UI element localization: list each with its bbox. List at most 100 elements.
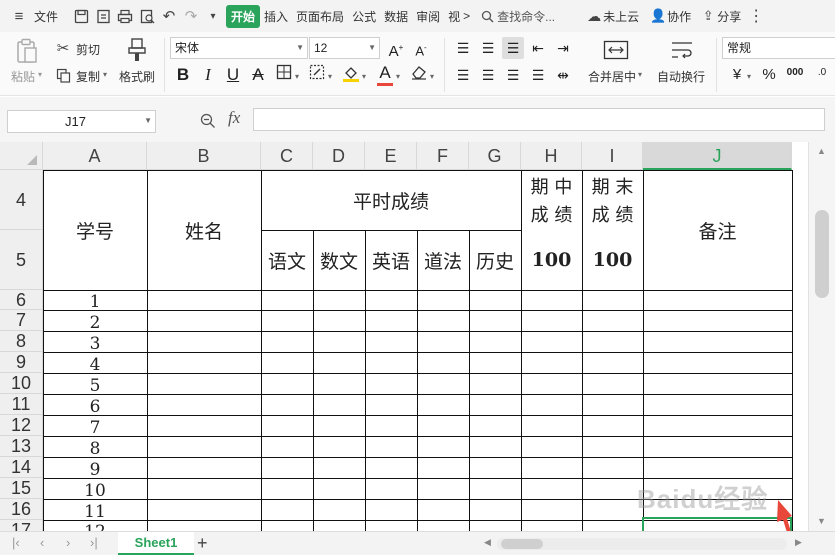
currency-icon[interactable]: ¥ [726, 64, 748, 86]
row-header-11[interactable]: 11 [0, 394, 43, 415]
align-bottom-icon[interactable]: ☰ [502, 37, 524, 59]
row-header-9[interactable]: 9 [0, 352, 43, 373]
merge-center-button[interactable]: 合并居中 [588, 68, 636, 85]
last-sheet-icon[interactable]: ›| [90, 535, 98, 550]
decrease-indent-icon[interactable]: ⇤ [527, 37, 549, 59]
fill-color-icon[interactable] [340, 64, 362, 88]
vertical-scroll-thumb[interactable] [815, 210, 829, 298]
sheet-tab-sheet1[interactable]: Sheet1 [118, 532, 194, 555]
redo-icon[interactable]: ↷ [180, 5, 202, 27]
tab-data[interactable]: 数据 [380, 8, 412, 25]
wrap-text-button[interactable]: 自动换行 [657, 68, 705, 85]
scroll-right-icon[interactable]: ▶ [795, 537, 802, 548]
paste-dropdown-icon[interactable]: ▾ [38, 70, 42, 79]
print-icon[interactable] [114, 5, 136, 27]
column-header-c[interactable]: C [261, 142, 313, 170]
fx-icon[interactable]: fx [228, 108, 240, 128]
row-header-7[interactable]: 7 [0, 310, 43, 331]
clear-format-icon[interactable] [408, 64, 430, 86]
zoom-function-icon[interactable] [200, 113, 216, 132]
clear-format-dropdown-icon[interactable]: ▾ [430, 72, 434, 81]
decrease-font-icon[interactable]: A- [410, 37, 432, 62]
prev-sheet-icon[interactable]: ‹ [40, 535, 44, 550]
copy-icon[interactable] [52, 64, 74, 86]
align-top-icon[interactable]: ☰ [452, 37, 474, 59]
column-header-a[interactable]: A [43, 142, 147, 170]
merge-center-icon[interactable] [601, 38, 631, 62]
align-middle-icon[interactable]: ☰ [477, 37, 499, 59]
scroll-up-icon[interactable]: ▲ [817, 146, 826, 156]
copy-dropdown-icon[interactable]: ▾ [103, 70, 107, 79]
justify-icon[interactable]: ☰ [527, 64, 549, 86]
column-header-j[interactable]: J [643, 142, 792, 170]
row-header-8[interactable]: 8 [0, 331, 43, 352]
row-header-16[interactable]: 16 [0, 499, 43, 520]
row-header-13[interactable]: 13 [0, 436, 43, 457]
tab-home[interactable]: 开始 [226, 4, 261, 28]
borders-dropdown-icon[interactable]: ▾ [295, 72, 299, 81]
row-header-10[interactable]: 10 [0, 373, 43, 394]
horizontal-scroll-track[interactable] [497, 538, 787, 550]
print-preview-icon[interactable] [136, 5, 158, 27]
number-format-select[interactable]: 常规 [722, 37, 835, 59]
save-icon[interactable] [70, 5, 92, 27]
row-header-17[interactable]: 17 [0, 520, 43, 531]
more-tabs-button[interactable]: > [460, 9, 473, 23]
tab-view[interactable]: 视 [444, 8, 460, 25]
align-left-icon[interactable]: ☰ [452, 64, 474, 86]
quick-access-dropdown-icon[interactable]: ▾ [202, 5, 224, 27]
row-header-6[interactable]: 6 [0, 290, 43, 310]
strikethrough-icon[interactable]: A [247, 64, 269, 86]
scroll-down-icon[interactable]: ▼ [817, 516, 826, 526]
percent-icon[interactable]: % [758, 64, 780, 86]
collaborate-button[interactable]: 协作 [667, 8, 695, 25]
more-options-icon[interactable]: ⋮ [745, 5, 767, 27]
increase-indent-icon[interactable]: ⇥ [552, 37, 574, 59]
wrap-text-icon[interactable] [667, 38, 697, 62]
cut-button[interactable]: 剪切 [76, 41, 100, 58]
vertical-scrollbar[interactable]: ▲ ▼ [808, 142, 835, 531]
paste-icon[interactable] [14, 38, 40, 64]
column-header-b[interactable]: B [147, 142, 261, 170]
column-header-g[interactable]: G [469, 142, 521, 170]
merge-center-dropdown-icon[interactable]: ▾ [638, 70, 642, 79]
column-header-f[interactable]: F [417, 142, 469, 170]
spreadsheet-grid[interactable]: ABCDEFGHIJ 4 5 6 7 8 9 10 11 12 13 14 15 16 17 学号 姓名 平时… [0, 142, 808, 531]
formula-input[interactable] [253, 108, 825, 131]
paste-label[interactable]: 粘贴 [11, 68, 35, 85]
column-header-e[interactable]: E [365, 142, 417, 170]
row-header-5[interactable]: 5 [0, 230, 43, 290]
cell-style-icon[interactable] [306, 64, 328, 86]
row-header-12[interactable]: 12 [0, 415, 43, 436]
row-header-14[interactable]: 14 [0, 457, 43, 478]
tab-review[interactable]: 审阅 [412, 8, 444, 25]
italic-icon[interactable]: I [197, 64, 219, 86]
name-box[interactable]: J17 ▼ [7, 110, 156, 133]
format-painter-icon[interactable] [124, 36, 150, 64]
command-search-input[interactable]: 查找命令... [495, 8, 559, 25]
tab-insert[interactable]: 插入 [260, 8, 292, 25]
share-button[interactable]: 分享 [717, 8, 745, 25]
column-header-d[interactable]: D [313, 142, 365, 170]
tab-page-layout[interactable]: 页面布局 [292, 8, 348, 25]
bold-icon[interactable]: B [172, 64, 194, 86]
font-size-select[interactable]: 12 ▼ [309, 37, 380, 59]
font-color-icon[interactable]: A [374, 62, 396, 86]
copy-button[interactable]: 复制 [76, 68, 100, 85]
column-header-i[interactable]: I [582, 142, 643, 170]
scissors-icon[interactable]: ✂ [52, 37, 74, 59]
hamburger-menu-icon[interactable]: ≡ [8, 5, 30, 27]
first-sheet-icon[interactable]: |‹ [12, 535, 20, 550]
cell-style-dropdown-icon[interactable]: ▾ [328, 72, 332, 81]
font-name-select[interactable]: 宋体 ▼ [170, 37, 308, 59]
font-color-dropdown-icon[interactable]: ▾ [396, 72, 400, 81]
row-header-15[interactable]: 15 [0, 478, 43, 499]
thousands-separator-icon[interactable]: 000 [784, 62, 806, 84]
file-menu[interactable]: 文件 [30, 8, 62, 25]
underline-icon[interactable]: U [222, 64, 244, 86]
format-painter-button[interactable]: 格式刷 [119, 68, 155, 85]
next-sheet-icon[interactable]: › [66, 535, 70, 550]
row-header-4[interactable]: 4 [0, 170, 43, 230]
select-all-corner[interactable] [0, 142, 43, 170]
currency-dropdown-icon[interactable]: ▾ [747, 72, 751, 81]
